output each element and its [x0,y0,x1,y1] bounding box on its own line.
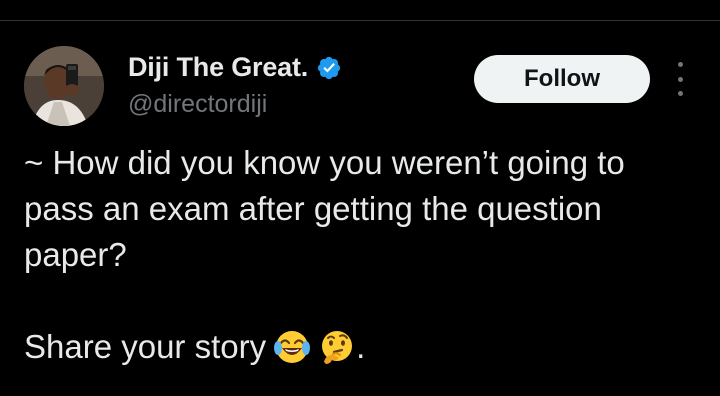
tweet-line: paper? [24,236,127,273]
story-text: Share your story [24,328,267,365]
story-trailing-punctuation: . [356,328,366,365]
tweet-line: ~ How did you know you weren’t going to [24,144,625,181]
tweet-story-line: Share your story . [24,324,704,370]
more-options-icon[interactable] [668,62,692,96]
author-name-row: Diji The Great. [128,52,342,83]
avatar-image [24,46,104,126]
top-divider [0,20,720,21]
tweet-text: ~ How did you know you weren’t going to … [24,140,704,370]
follow-button[interactable]: Follow [474,55,650,103]
author-display-name[interactable]: Diji The Great. [128,52,308,83]
avatar[interactable] [24,46,104,126]
face-with-tears-of-joy-icon [273,328,311,366]
thinking-face-icon [318,328,356,366]
tweet-line: pass an exam after getting the question [24,190,602,227]
verified-badge-icon [316,55,342,81]
author-handle[interactable]: @directordiji [128,90,267,119]
